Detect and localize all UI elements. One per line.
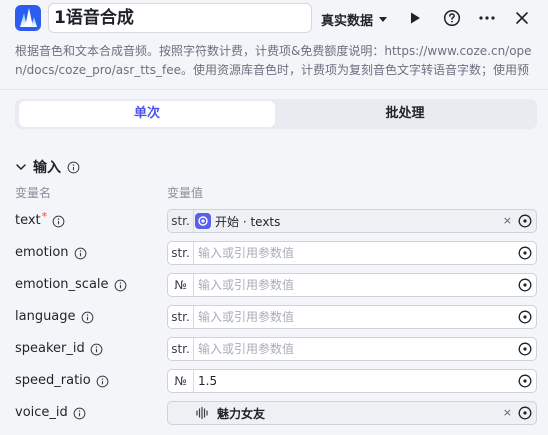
param-input-value[interactable]: 1.5 <box>198 370 217 392</box>
param-field-text[interactable]: str. 开始 · texts × <box>167 209 537 233</box>
help-button[interactable] <box>440 6 464 30</box>
param-field-speed-ratio[interactable]: № 1.5 <box>167 369 537 393</box>
variable-reference-icon[interactable] <box>518 310 532 324</box>
type-tag: str. <box>168 210 194 232</box>
help-circle-icon <box>443 9 461 27</box>
param-label-text: text * <box>15 209 65 233</box>
voice-name: 魅力女友 <box>217 406 266 421</box>
info-icon[interactable] <box>114 279 127 292</box>
info-icon[interactable] <box>74 247 87 260</box>
param-label-language: language <box>15 305 94 329</box>
required-mark: * <box>41 210 48 223</box>
start-node-icon <box>195 213 211 229</box>
clear-button[interactable]: × <box>503 402 512 424</box>
param-name: language <box>15 309 76 324</box>
param-label-emotion: emotion <box>15 241 87 265</box>
param-label-voice-id: voice_id <box>15 401 86 425</box>
param-label-speaker-id: speaker_id <box>15 337 103 361</box>
data-mode-label: 真实数据 <box>321 13 374 29</box>
type-tag: str. <box>168 242 194 264</box>
type-tag: № <box>168 274 194 296</box>
param-label-speed-ratio: speed_ratio <box>15 369 109 393</box>
close-button[interactable] <box>510 6 534 30</box>
variable-reference-icon[interactable] <box>518 214 532 228</box>
param-input-placeholder[interactable]: 输入或引用参数值 <box>198 338 294 360</box>
info-icon[interactable] <box>96 375 109 388</box>
param-input-placeholder[interactable]: 输入或引用参数值 <box>198 306 294 328</box>
param-field-emotion[interactable]: str. 输入或引用参数值 <box>167 241 537 265</box>
param-name: text <box>15 213 41 228</box>
audio-wave-app-icon <box>15 5 41 31</box>
param-field-emotion-scale[interactable]: № 输入或引用参数值 <box>167 273 537 297</box>
divider <box>0 89 548 90</box>
variable-reference-icon[interactable] <box>518 374 532 388</box>
info-icon[interactable] <box>52 215 65 228</box>
run-button[interactable] <box>403 6 427 30</box>
more-button[interactable] <box>475 6 499 30</box>
param-name: emotion_scale <box>15 277 109 292</box>
chevron-down-icon <box>16 164 26 171</box>
param-field-language[interactable]: str. 输入或引用参数值 <box>167 305 537 329</box>
reference-label: 开始 · texts <box>215 214 281 229</box>
tab-single[interactable]: 单次 <box>19 101 275 127</box>
column-header-value: 变量值 <box>167 186 204 200</box>
param-input-placeholder[interactable]: 输入或引用参数值 <box>198 274 294 296</box>
param-label-emotion-scale: emotion_scale <box>15 273 127 297</box>
variable-reference-icon[interactable] <box>518 342 532 356</box>
clear-button[interactable]: × <box>503 210 512 232</box>
more-dots-icon <box>479 16 495 20</box>
node-panel: 1语音合成 真实数据 根据音色和文本合成音频。按照字符数计费，计费项&免费额度说… <box>0 0 548 435</box>
inputs-section-title: 输入 <box>33 160 61 176</box>
variable-reference-chip[interactable]: 开始 · texts <box>195 212 280 230</box>
info-icon[interactable] <box>81 311 94 324</box>
param-name: voice_id <box>15 405 68 420</box>
data-mode-select[interactable]: 真实数据 <box>321 9 388 29</box>
node-title-input[interactable]: 1语音合成 <box>48 3 312 33</box>
voice-selection[interactable]: 魅力女友 <box>195 404 265 422</box>
param-field-voice-id[interactable]: 魅力女友 × <box>167 401 537 425</box>
close-icon <box>516 12 528 24</box>
variable-reference-icon[interactable] <box>518 278 532 292</box>
info-icon[interactable] <box>67 161 80 174</box>
column-header-name: 变量名 <box>15 186 52 200</box>
param-name: emotion <box>15 245 69 260</box>
run-mode-tabs: 单次 批处理 <box>15 99 537 129</box>
param-field-speaker-id[interactable]: str. 输入或引用参数值 <box>167 337 537 361</box>
info-icon[interactable] <box>73 407 86 420</box>
param-name: speaker_id <box>15 341 85 356</box>
info-icon[interactable] <box>90 343 103 356</box>
play-icon <box>411 12 420 24</box>
audio-wave-icon <box>196 406 208 420</box>
type-tag: str. <box>168 306 194 328</box>
type-tag: № <box>168 370 194 392</box>
type-tag: str. <box>168 338 194 360</box>
node-description: 根据音色和文本合成音频。按照字符数计费，计费项&免费额度说明：https://w… <box>15 44 532 77</box>
caret-down-icon <box>379 16 388 22</box>
variable-reference-icon[interactable] <box>518 406 532 420</box>
param-name: speed_ratio <box>15 373 91 388</box>
param-input-placeholder[interactable]: 输入或引用参数值 <box>198 242 294 264</box>
header: 1语音合成 真实数据 <box>0 0 548 36</box>
tab-batch[interactable]: 批处理 <box>277 101 533 127</box>
inputs-section-toggle[interactable]: 输入 <box>15 157 80 177</box>
variable-reference-icon[interactable] <box>518 246 532 260</box>
